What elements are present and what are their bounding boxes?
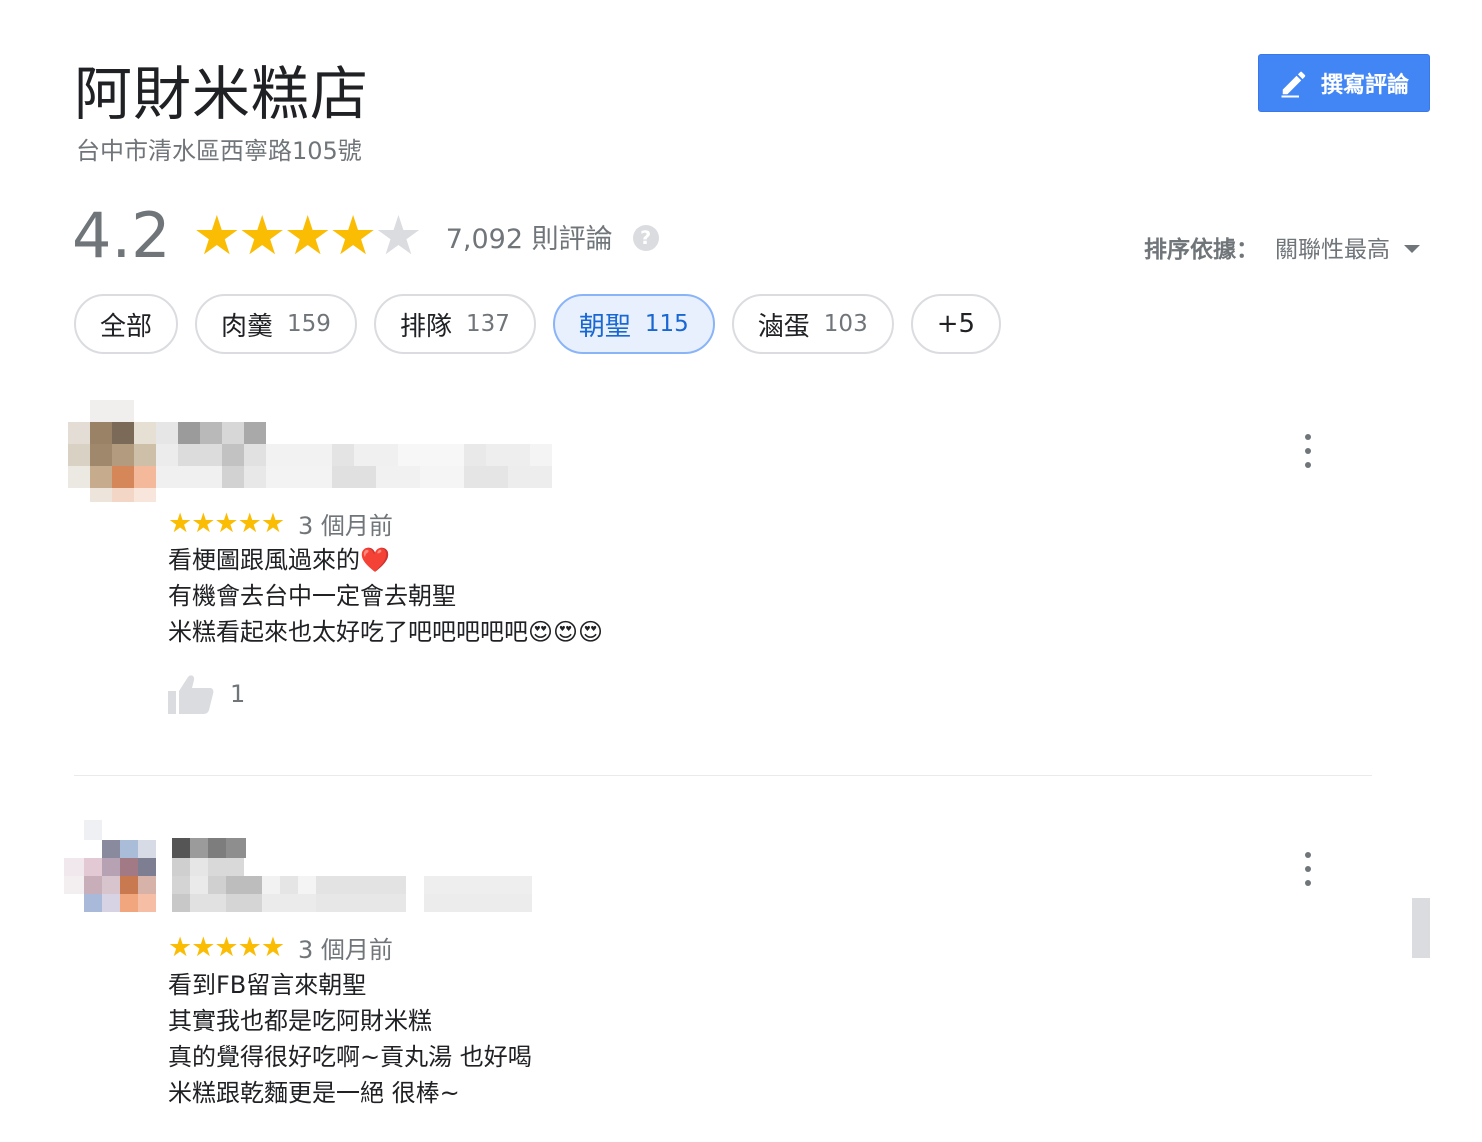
more-options-button[interactable] <box>1296 852 1320 886</box>
chip-more[interactable]: +5 <box>910 294 1002 354</box>
review-line: 真的覺得很好吃啊~貢丸湯 也好喝 <box>168 1043 532 1071</box>
review-date: 3 個月前 <box>298 936 393 964</box>
review-line: 米糕跟乾麵更是一絕 很棒~ <box>168 1079 460 1107</box>
pencil-icon <box>1281 71 1306 98</box>
chip-count: 103 <box>823 311 868 337</box>
help-icon[interactable]: ? <box>632 225 659 251</box>
more-vert-icon <box>1305 852 1311 858</box>
chip-count: 115 <box>644 311 689 337</box>
more-vert-icon <box>1305 880 1311 886</box>
review-line: 看梗圖跟風過來的❤️ <box>168 546 390 574</box>
reviewer-meta[interactable] <box>172 858 534 912</box>
sort-dropdown[interactable]: 排序依據： 關聯性最高 <box>1144 230 1420 264</box>
review-text: 看梗圖跟風過來的❤️ 有機會去台中一定會去朝聖 米糕看起來也太好吃了吧吧吧吧吧😍… <box>168 542 603 650</box>
review-line: 米糕看起來也太好吃了吧吧吧吧吧😍😍😍 <box>168 618 604 646</box>
chip-paidui[interactable]: 排隊 137 <box>373 294 536 354</box>
more-options-button[interactable] <box>1296 434 1320 468</box>
write-review-label: 撰寫評論 <box>1320 73 1409 98</box>
topic-chips: 全部 肉羹 159 排隊 137 朝聖 115 滷蛋 103 +5 <box>74 294 1018 354</box>
chip-rougeng[interactable]: 肉羹 159 <box>195 294 357 354</box>
dropdown-arrow-icon <box>1404 245 1420 253</box>
review-meta: ★★★★★ 3 個月前 <box>168 930 393 965</box>
more-vert-icon <box>1305 462 1311 468</box>
chip-count: 159 <box>287 311 331 337</box>
review-divider <box>74 775 1372 776</box>
rating-stars: ★ ★ ★ ★ ★ <box>192 204 423 267</box>
avatar[interactable] <box>68 400 158 502</box>
reviewer-name[interactable] <box>156 422 266 444</box>
review-stars: ★★★★★ <box>168 931 285 963</box>
rating-value: 4.2 <box>72 199 171 272</box>
place-title: 阿財米糕店 <box>74 60 370 128</box>
review-line: 看到FB留言來朝聖 <box>168 971 367 999</box>
scrollbar-thumb[interactable] <box>1412 898 1430 958</box>
star-icon: ★ <box>283 204 332 267</box>
rating-summary: 4.2 ★ ★ ★ ★ ★ 7,092 則評論 ? <box>72 196 659 276</box>
chip-label: 全部 <box>100 311 153 342</box>
star-empty-icon: ★ <box>374 204 423 267</box>
avatar[interactable] <box>64 820 156 912</box>
chip-all[interactable]: 全部 <box>74 294 179 354</box>
chip-ludan[interactable]: 滷蛋 103 <box>731 294 894 354</box>
reviewer-name[interactable] <box>172 838 246 858</box>
review-text: 看到FB留言來朝聖 其實我也都是吃阿財米糕 真的覺得很好吃啊~貢丸湯 也好喝 米… <box>168 967 532 1111</box>
write-review-button[interactable]: 撰寫評論 <box>1258 54 1430 112</box>
chip-count: 137 <box>465 311 510 337</box>
sort-value: 關聯性最高 <box>1275 237 1390 263</box>
like-button[interactable]: 1 <box>168 674 245 714</box>
review-meta: ★★★★★ 3 個月前 <box>168 506 393 541</box>
chip-label: 肉羹 <box>221 311 274 342</box>
review-line: 有機會去台中一定會去朝聖 <box>168 582 456 610</box>
star-icon: ★ <box>328 204 378 267</box>
review-count[interactable]: 7,092 則評論 <box>446 217 613 256</box>
more-vert-icon <box>1305 866 1311 872</box>
star-icon: ★ <box>238 204 287 267</box>
place-address: 台中市清水區西寧路105號 <box>76 137 362 165</box>
chip-chaosheng[interactable]: 朝聖 115 <box>552 294 715 354</box>
sort-label: 排序依據： <box>1144 237 1259 263</box>
chip-label: +5 <box>936 309 976 339</box>
chip-label: 排隊 <box>399 311 452 342</box>
reviewer-meta[interactable] <box>156 444 554 488</box>
review-line: 其實我也都是吃阿財米糕 <box>168 1007 432 1035</box>
thumb-up-icon <box>168 675 214 714</box>
star-icon: ★ <box>192 204 242 267</box>
chip-label: 滷蛋 <box>757 311 810 342</box>
like-count: 1 <box>230 680 246 708</box>
review-date: 3 個月前 <box>298 512 393 540</box>
chip-label: 朝聖 <box>578 311 631 342</box>
more-vert-icon <box>1305 434 1311 440</box>
review-stars: ★★★★★ <box>168 507 285 539</box>
more-vert-icon <box>1305 448 1311 454</box>
